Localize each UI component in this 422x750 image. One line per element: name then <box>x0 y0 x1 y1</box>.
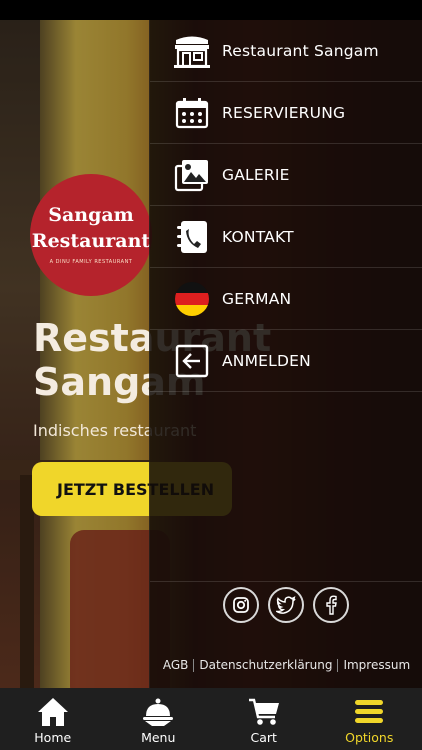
tab-cart[interactable]: Cart <box>211 688 317 750</box>
drawer-item-gallery[interactable]: GALERIE <box>150 144 422 206</box>
logo-tagline: A DINU FAMILY RESTAURANT <box>49 259 133 265</box>
tab-home[interactable]: Home <box>0 688 106 750</box>
imprint-link[interactable]: Impressum <box>343 658 410 672</box>
restaurant-logo: Sangam Restaurant A DINU FAMILY RESTAURA… <box>30 174 152 296</box>
drawer-item-label: RESERVIERUNG <box>222 103 346 122</box>
status-bar <box>0 0 422 20</box>
side-drawer: Restaurant Sangam RESERVIERUNG GALERIE K… <box>149 20 422 688</box>
tab-label: Home <box>34 730 72 745</box>
drawer-item-login[interactable]: ANMELDEN <box>150 330 422 392</box>
link-separator <box>337 658 339 672</box>
bottom-tab-bar: Home Menu Cart Options <box>0 688 422 750</box>
link-separator <box>193 658 195 672</box>
drawer-item-label: GERMAN <box>222 289 292 308</box>
agb-link[interactable]: AGB <box>163 658 189 672</box>
hamburger-icon <box>317 696 422 728</box>
logo-line1: Sangam <box>48 204 134 226</box>
drawer-item-label: KONTAKT <box>222 227 294 246</box>
drawer-item-label: Restaurant Sangam <box>222 41 379 60</box>
divider <box>150 581 422 582</box>
tab-options[interactable]: Options <box>317 688 422 750</box>
drawer-item-reservation[interactable]: RESERVIERUNG <box>150 82 422 144</box>
twitter-icon[interactable] <box>268 587 304 623</box>
facebook-icon[interactable] <box>313 587 349 623</box>
drawer-item-language[interactable]: GERMAN <box>150 268 422 330</box>
german-flag-icon <box>172 280 212 318</box>
drawer-item-contact[interactable]: KONTAKT <box>150 206 422 268</box>
drawer-item-restaurant[interactable]: Restaurant Sangam <box>150 20 422 82</box>
home-icon <box>0 696 106 728</box>
menu-cloche-icon <box>106 696 212 728</box>
login-arrow-icon <box>172 342 212 380</box>
cart-icon <box>211 696 317 728</box>
drawer-item-label: ANMELDEN <box>222 351 311 370</box>
privacy-link[interactable]: Datenschutzerklärung <box>199 658 332 672</box>
tab-label: Cart <box>250 730 277 745</box>
logo-line2: Restaurant <box>31 230 151 252</box>
instagram-icon[interactable] <box>223 587 259 623</box>
gallery-icon <box>172 156 212 194</box>
footer-links: AGB Datenschutzerklärung Impressum <box>150 658 422 672</box>
tab-menu[interactable]: Menu <box>106 688 212 750</box>
calendar-icon <box>172 94 212 132</box>
drawer-item-label: GALERIE <box>222 165 290 184</box>
tab-label: Options <box>345 730 394 745</box>
contact-phone-icon <box>172 218 212 256</box>
restaurant-building-icon <box>172 32 212 70</box>
tab-label: Menu <box>141 730 176 745</box>
